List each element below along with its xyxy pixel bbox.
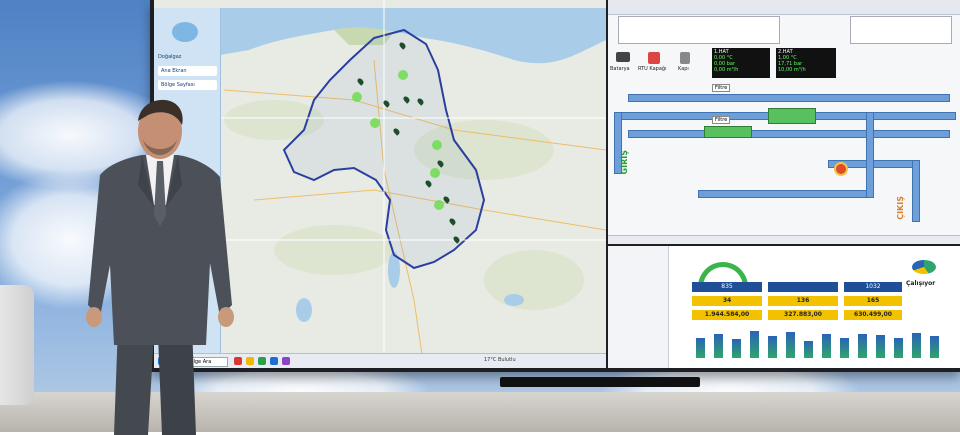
chair (0, 285, 34, 405)
filter-mid-label: Filtre (712, 116, 731, 124)
scada-taskbar (608, 235, 960, 244)
pipe (628, 130, 950, 138)
app-icon[interactable] (282, 357, 290, 365)
bar (732, 339, 741, 358)
presenter (86, 99, 234, 435)
bar (912, 333, 921, 358)
dashboard-panel: Çalışıyor 835 1032 34 136 165 1.944.584,… (608, 246, 960, 368)
soundbar (500, 377, 700, 387)
kpi-total: 1.944.584,00 (692, 310, 762, 320)
filter-unit (704, 126, 752, 138)
station-highlight (432, 140, 442, 150)
sidebar-title: Doğalgaz (158, 54, 182, 60)
rtu-door-icon (648, 52, 660, 64)
bar-chart (692, 322, 952, 368)
scada-header (608, 0, 960, 15)
bar (894, 338, 903, 358)
alarm-indicator (834, 162, 848, 176)
kpi-secondary: 34 (692, 296, 762, 306)
kpi-secondary: 136 (768, 296, 838, 306)
reading-line: 10,00 m³/h (778, 67, 806, 73)
station-highlight (370, 118, 380, 128)
reading-box-2: 2.HAT 1,00 °C 17,71 bar 10,00 m³/h (776, 48, 836, 78)
filter-unit (768, 108, 816, 124)
bar (786, 332, 795, 358)
kpi-primary: 835 (692, 282, 762, 292)
app-icon[interactable] (258, 357, 266, 365)
sidebar-logo (172, 22, 198, 42)
entry-label: GİRİŞ (620, 150, 629, 175)
kpi-total: 630.499,00 (844, 310, 902, 320)
pie-chart (912, 260, 936, 274)
filter-top-label: Filtre (712, 84, 731, 92)
bar (750, 331, 759, 358)
battery-icon (616, 52, 630, 62)
battery-label: Batarya (610, 66, 630, 72)
bar (804, 341, 813, 358)
bar (858, 334, 867, 358)
exit-label: ÇIKIŞ (896, 196, 905, 220)
pipe (912, 160, 920, 222)
door-label: Kapı (678, 66, 689, 72)
kpi-secondary: 165 (844, 296, 902, 306)
bar (930, 336, 939, 358)
reading-line: 0,00 m³/h (714, 67, 739, 73)
app-icon[interactable] (246, 357, 254, 365)
door-icon (680, 52, 690, 64)
dash-left-list (608, 246, 669, 368)
pipe (628, 94, 950, 102)
bar (840, 338, 849, 358)
sidebar-item-region[interactable]: Bölge Sayfası (158, 80, 217, 90)
scada-table-right (850, 16, 952, 44)
station-highlight (430, 168, 440, 178)
reading-box-1: 1.HAT 0,00 °C 0,00 bar 0,00 m³/h (712, 48, 770, 78)
pipe (866, 112, 874, 198)
bar (714, 334, 723, 358)
station-highlight (352, 92, 362, 102)
rtu-door-label: RTU Kapağı (638, 66, 667, 72)
app-icon[interactable] (270, 357, 278, 365)
scada-table (618, 16, 780, 44)
kpi-mid (768, 282, 838, 292)
kpi-primary: 1032 (844, 282, 902, 292)
video-wall: Doğalgaz Ana Ekran Bölge Sayfası Bölge A… (150, 0, 960, 372)
status-name: Çalışıyor (906, 280, 936, 287)
pipe (698, 190, 870, 198)
scada-panel: 1.HAT 0,00 °C 0,00 bar 0,00 m³/h 2.HAT 1… (608, 0, 960, 244)
weather-status: 17°C Bulutlu (484, 357, 516, 363)
bar (696, 338, 705, 358)
station-highlight (434, 200, 444, 210)
station-highlight (398, 70, 408, 80)
bar (822, 334, 831, 358)
sidebar-item-home[interactable]: Ana Ekran (158, 66, 217, 76)
bar (876, 335, 885, 358)
kpi-total: 327.883,00 (768, 310, 838, 320)
bar (768, 336, 777, 358)
